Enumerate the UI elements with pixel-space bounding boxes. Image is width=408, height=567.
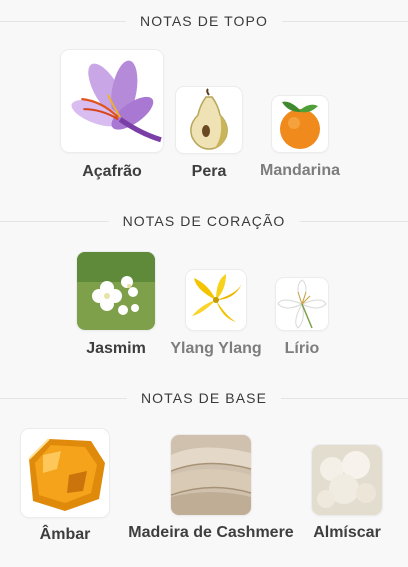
- note-cashmere-wood[interactable]: Madeira de Cashmere: [121, 435, 301, 542]
- note-label: Açafrão: [82, 163, 142, 180]
- saffron-flower-icon: [61, 50, 163, 152]
- note-saffron[interactable]: Açafrão: [61, 50, 163, 181]
- note-label: Jasmim: [86, 340, 146, 357]
- lily-icon: [276, 278, 328, 330]
- jasmine-icon: [77, 252, 155, 330]
- note-musk[interactable]: Almíscar: [310, 445, 384, 542]
- note-label: Almíscar: [313, 524, 381, 541]
- ylang-ylang-icon: [186, 270, 246, 330]
- note-jasmine[interactable]: Jasmim: [77, 252, 155, 358]
- heart-notes-section: NOTAS DE CORAÇÃO Jasmim Ylang Ylang Líri…: [0, 200, 408, 390]
- note-ylang-ylang[interactable]: Ylang Ylang: [166, 270, 266, 358]
- base-notes-heading: NOTAS DE BASE: [126, 389, 282, 407]
- musk-icon: [312, 445, 382, 515]
- base-notes-section: NOTAS DE BASE Âmbar Madeira de Cashmere …: [0, 377, 408, 567]
- note-label: Madeira de Cashmere: [128, 524, 294, 541]
- note-mandarin[interactable]: Mandarina: [255, 96, 345, 180]
- top-notes-section: NOTAS DE TOPO Açafrão Pera Mandarina: [0, 0, 408, 200]
- note-amber[interactable]: Âmbar: [21, 429, 109, 544]
- note-pear[interactable]: Pera: [176, 87, 242, 181]
- amber-icon: [21, 429, 109, 517]
- note-lily[interactable]: Lírio: [276, 278, 328, 358]
- note-label: Pera: [191, 163, 227, 180]
- mandarin-icon: [272, 96, 328, 152]
- top-notes-heading: NOTAS DE TOPO: [126, 12, 282, 30]
- note-label: Âmbar: [39, 526, 91, 543]
- note-label: Lírio: [284, 340, 320, 357]
- note-label: Ylang Ylang: [170, 340, 262, 357]
- pear-icon: [176, 87, 242, 153]
- note-label: Mandarina: [259, 162, 340, 179]
- cashmere-wood-icon: [171, 435, 251, 515]
- heart-notes-heading: NOTAS DE CORAÇÃO: [108, 212, 300, 230]
